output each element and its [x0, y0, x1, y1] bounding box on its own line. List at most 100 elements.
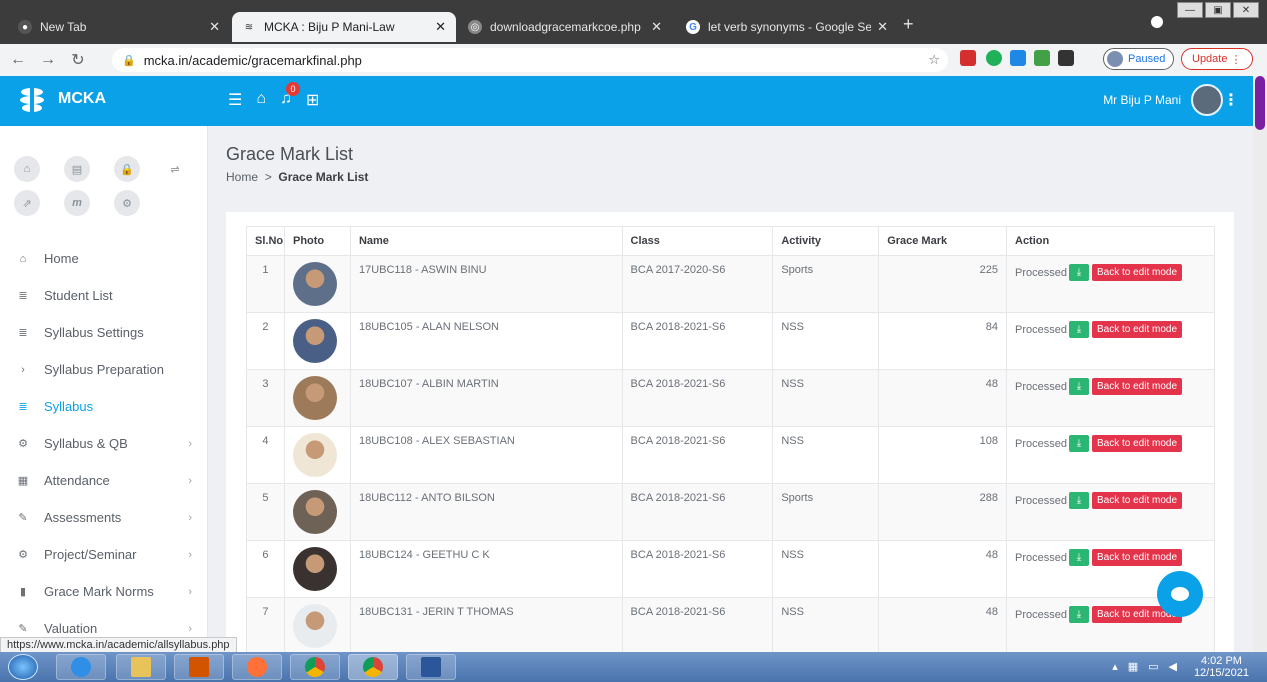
- google-icon: G: [686, 20, 700, 34]
- lock-icon[interactable]: 🔒: [114, 156, 140, 182]
- word-taskbar-button[interactable]: [406, 654, 456, 680]
- moodle-icon[interactable]: m: [64, 190, 90, 216]
- tab-title: downloadgracemarkcoe.php: [490, 20, 641, 34]
- tab-download[interactable]: ◎ downloadgracemarkcoe.php ✕: [458, 12, 672, 42]
- back-to-edit-mode-button[interactable]: Back to edit mode: [1091, 321, 1183, 338]
- app-header: MCKA ☰ ⌂ ♫ 0 ⊞ Mr Biju P Mani ⋮: [0, 76, 1253, 126]
- file-explorer-taskbar-button[interactable]: [116, 654, 166, 680]
- breadcrumb-home-link[interactable]: Home: [226, 170, 258, 184]
- close-tab-icon[interactable]: ✕: [877, 19, 888, 35]
- extension-printer-icon[interactable]: [1034, 50, 1050, 66]
- outlook-taskbar-button[interactable]: [174, 654, 224, 680]
- sidebar-item-syllabus-qb[interactable]: ⚙ Syllabus & QB ›: [0, 425, 208, 462]
- sidebar-item-label: Attendance: [44, 473, 110, 488]
- extensions-puzzle-icon[interactable]: [1058, 50, 1074, 66]
- download-icon[interactable]: ⤓: [1068, 606, 1089, 623]
- address-bar[interactable]: 🔒 mcka.in/academic/gracemarkfinal.php ☆: [112, 48, 948, 72]
- brand[interactable]: MCKA: [18, 84, 106, 114]
- status-text: Processed: [1015, 266, 1067, 279]
- extension-cap-icon[interactable]: [1010, 50, 1026, 66]
- close-tab-icon[interactable]: ✕: [209, 19, 220, 35]
- server-icon[interactable]: ☰: [228, 90, 242, 110]
- back-arrow-icon[interactable]: ←: [6, 51, 30, 69]
- sidebar-item-project-seminar[interactable]: ⚙ Project/Seminar ›: [0, 536, 208, 573]
- firefox-icon: [247, 657, 267, 677]
- cell-activity: Sports: [772, 255, 880, 313]
- extension-red-icon[interactable]: [960, 50, 976, 66]
- back-to-edit-mode-button[interactable]: Back to edit mode: [1091, 378, 1183, 395]
- bookmark-star-icon[interactable]: ☆: [928, 52, 940, 68]
- network-icon[interactable]: ▦: [1128, 660, 1138, 673]
- sidebar-item-syllabus-settings[interactable]: ≣ Syllabus Settings: [0, 314, 208, 351]
- cell-slno: 3: [246, 369, 285, 427]
- back-to-edit-mode-button[interactable]: Back to edit mode: [1091, 435, 1183, 452]
- update-button[interactable]: Update ⋮: [1181, 48, 1253, 70]
- chevron-right-icon: ›: [188, 585, 192, 598]
- chrome-taskbar-button[interactable]: [290, 654, 340, 680]
- cell-grace-mark: 108: [878, 426, 1007, 484]
- minimize-icon[interactable]: —: [1177, 2, 1203, 18]
- clock[interactable]: 4:02 PM 12/15/2021: [1194, 655, 1249, 679]
- tray-expand-icon[interactable]: ▴: [1112, 660, 1118, 673]
- action-group: Processed ⤓ Back to edit mode: [1015, 435, 1214, 452]
- sidebar-item-attendance[interactable]: ▦ Attendance ›: [0, 462, 208, 499]
- apps-grid-icon[interactable]: ⊞: [306, 90, 319, 110]
- maximize-icon[interactable]: ▣: [1205, 2, 1231, 18]
- status-text: Processed: [1015, 608, 1067, 621]
- chat-bubble-icon: [1171, 587, 1189, 601]
- close-tab-icon[interactable]: ✕: [651, 19, 662, 35]
- sidebar-item-syllabus[interactable]: ≣ Syllabus: [0, 388, 208, 425]
- internet-explorer-taskbar-button[interactable]: [56, 654, 106, 680]
- tab-mcka[interactable]: ≋ MCKA : Biju P Mani-Law ✕: [232, 12, 456, 42]
- action-center-icon[interactable]: ▭: [1148, 660, 1158, 673]
- sidebar-item-syllabus-preparation[interactable]: › Syllabus Preparation: [0, 351, 208, 388]
- tab-google[interactable]: G let verb synonyms - Google Searc ✕: [676, 12, 898, 42]
- home-icon[interactable]: ⌂: [256, 90, 266, 110]
- page-scrollbar[interactable]: [1253, 76, 1267, 652]
- id-card-icon[interactable]: ▤: [64, 156, 90, 182]
- volume-icon[interactable]: ◀: [1169, 660, 1177, 673]
- cell-grace-mark: 84: [878, 312, 1007, 370]
- reload-icon[interactable]: ↻: [66, 50, 90, 70]
- new-tab-plus-icon[interactable]: +: [903, 14, 914, 35]
- tab-new-tab[interactable]: ● New Tab ✕: [8, 12, 230, 42]
- table-row: 5 18UBC112 - ANTO BILSON BCA 2018-2021-S6 S…: [246, 483, 1215, 541]
- sidebar-item-label: Syllabus Preparation: [44, 362, 164, 377]
- close-window-icon[interactable]: ✕: [1233, 2, 1259, 18]
- handshake-icon[interactable]: ⇌: [162, 156, 188, 182]
- browser-tab-strip: ● New Tab ✕ ≋ MCKA : Biju P Mani-Law ✕ ◎…: [0, 0, 1267, 44]
- firefox-taskbar-button[interactable]: [232, 654, 282, 680]
- back-to-edit-mode-button[interactable]: Back to edit mode: [1091, 549, 1183, 566]
- forward-arrow-icon[interactable]: →: [36, 51, 60, 69]
- chrome-active-taskbar-button[interactable]: [348, 654, 398, 680]
- external-link-icon[interactable]: ⇗: [14, 190, 40, 216]
- download-icon[interactable]: ⤓: [1068, 264, 1089, 281]
- user-menu[interactable]: Mr Biju P Mani: [1103, 84, 1223, 116]
- download-icon[interactable]: ⤓: [1068, 549, 1089, 566]
- clock-time: 4:02 PM: [1200, 655, 1242, 667]
- scrollbar-thumb[interactable]: [1255, 76, 1265, 130]
- sidebar-item-home[interactable]: ⌂ Home: [0, 240, 208, 277]
- start-button[interactable]: [8, 654, 38, 680]
- back-to-edit-mode-button[interactable]: Back to edit mode: [1091, 492, 1183, 509]
- gear-icon[interactable]: ⚙: [114, 190, 140, 216]
- cell-name: 18UBC107 - ALBIN MARTIN: [349, 369, 623, 427]
- back-to-edit-mode-button[interactable]: Back to edit mode: [1091, 264, 1183, 281]
- word-icon: [421, 657, 441, 677]
- sidebar-item-student-list[interactable]: ≣ Student List: [0, 277, 208, 314]
- profile-paused-button[interactable]: Paused: [1103, 48, 1175, 70]
- bell-icon[interactable]: ♫ 0: [280, 82, 301, 110]
- more-options-icon[interactable]: ⋮: [1223, 90, 1239, 110]
- download-icon[interactable]: ⤓: [1068, 492, 1089, 509]
- home-icon[interactable]: ⌂: [14, 156, 40, 182]
- cell-class: BCA 2018-2021-S6: [621, 540, 774, 598]
- download-icon[interactable]: ⤓: [1068, 378, 1089, 395]
- sidebar-menu: ⌂ Home ≣ Student List ≣ Syllabus Settings › Syl…: [0, 240, 208, 647]
- extension-grammarly-icon[interactable]: [986, 50, 1002, 66]
- close-tab-icon[interactable]: ✕: [435, 19, 446, 35]
- download-icon[interactable]: ⤓: [1068, 321, 1089, 338]
- sidebar-item-grace-mark-norms[interactable]: ▮ Grace Mark Norms ›: [0, 573, 208, 610]
- download-icon[interactable]: ⤓: [1068, 435, 1089, 452]
- sidebar-item-assessments[interactable]: ✎ Assessments ›: [0, 499, 208, 536]
- chat-button[interactable]: [1157, 571, 1203, 617]
